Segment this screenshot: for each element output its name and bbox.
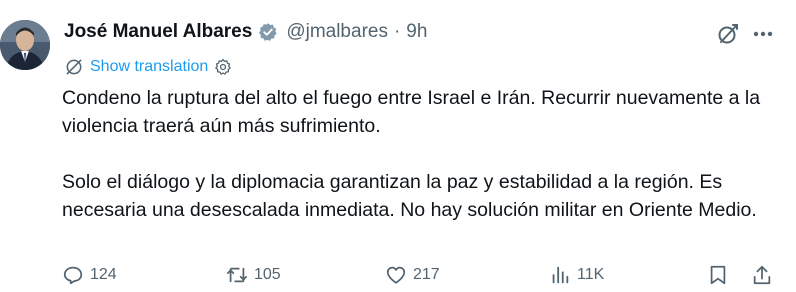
like-button[interactable]: 217	[385, 264, 440, 286]
like-count: 217	[413, 266, 440, 283]
views-icon	[552, 266, 569, 284]
show-translation-link[interactable]: Show translation	[90, 58, 208, 76]
gear-icon[interactable]	[214, 58, 232, 76]
reply-count: 124	[90, 266, 117, 283]
heart-icon	[386, 266, 406, 284]
more-icon[interactable]	[750, 20, 776, 46]
tweet-card[interactable]: José Manuel Albares @jmalbares · 9h Show…	[0, 0, 796, 292]
verified-badge-icon[interactable]	[258, 22, 278, 42]
separator-dot: ·	[393, 21, 401, 42]
post-time[interactable]: 9h	[406, 21, 427, 43]
repost-icon	[226, 267, 248, 283]
tweet-header: José Manuel Albares @jmalbares · 9h	[64, 18, 427, 46]
author-name[interactable]: José Manuel Albares	[64, 21, 252, 43]
reply-icon	[63, 266, 83, 285]
reply-button[interactable]: 124	[62, 264, 117, 286]
repost-count: 105	[254, 266, 281, 283]
translate-icon	[64, 57, 84, 77]
tweet-text: Condeno la ruptura del alto el fuego ent…	[62, 84, 788, 224]
tweet-paragraph-1: Condeno la ruptura del alto el fuego ent…	[62, 87, 761, 137]
action-bar: 124 105 217 11K	[0, 262, 796, 292]
avatar[interactable]	[0, 20, 50, 70]
views-count: 11K	[577, 266, 605, 283]
repost-button[interactable]: 105	[226, 264, 281, 286]
tweet-paragraph-2: Solo el diálogo y la diplomacia garantiz…	[62, 171, 757, 221]
views-button[interactable]: 11K	[549, 264, 604, 286]
author-handle[interactable]: @jmalbares	[286, 21, 388, 43]
bookmark-icon[interactable]	[707, 264, 729, 286]
avatar-image	[0, 20, 50, 70]
share-icon[interactable]	[751, 264, 773, 286]
show-translation[interactable]: Show translation	[64, 55, 232, 79]
grok-icon[interactable]	[716, 22, 740, 46]
